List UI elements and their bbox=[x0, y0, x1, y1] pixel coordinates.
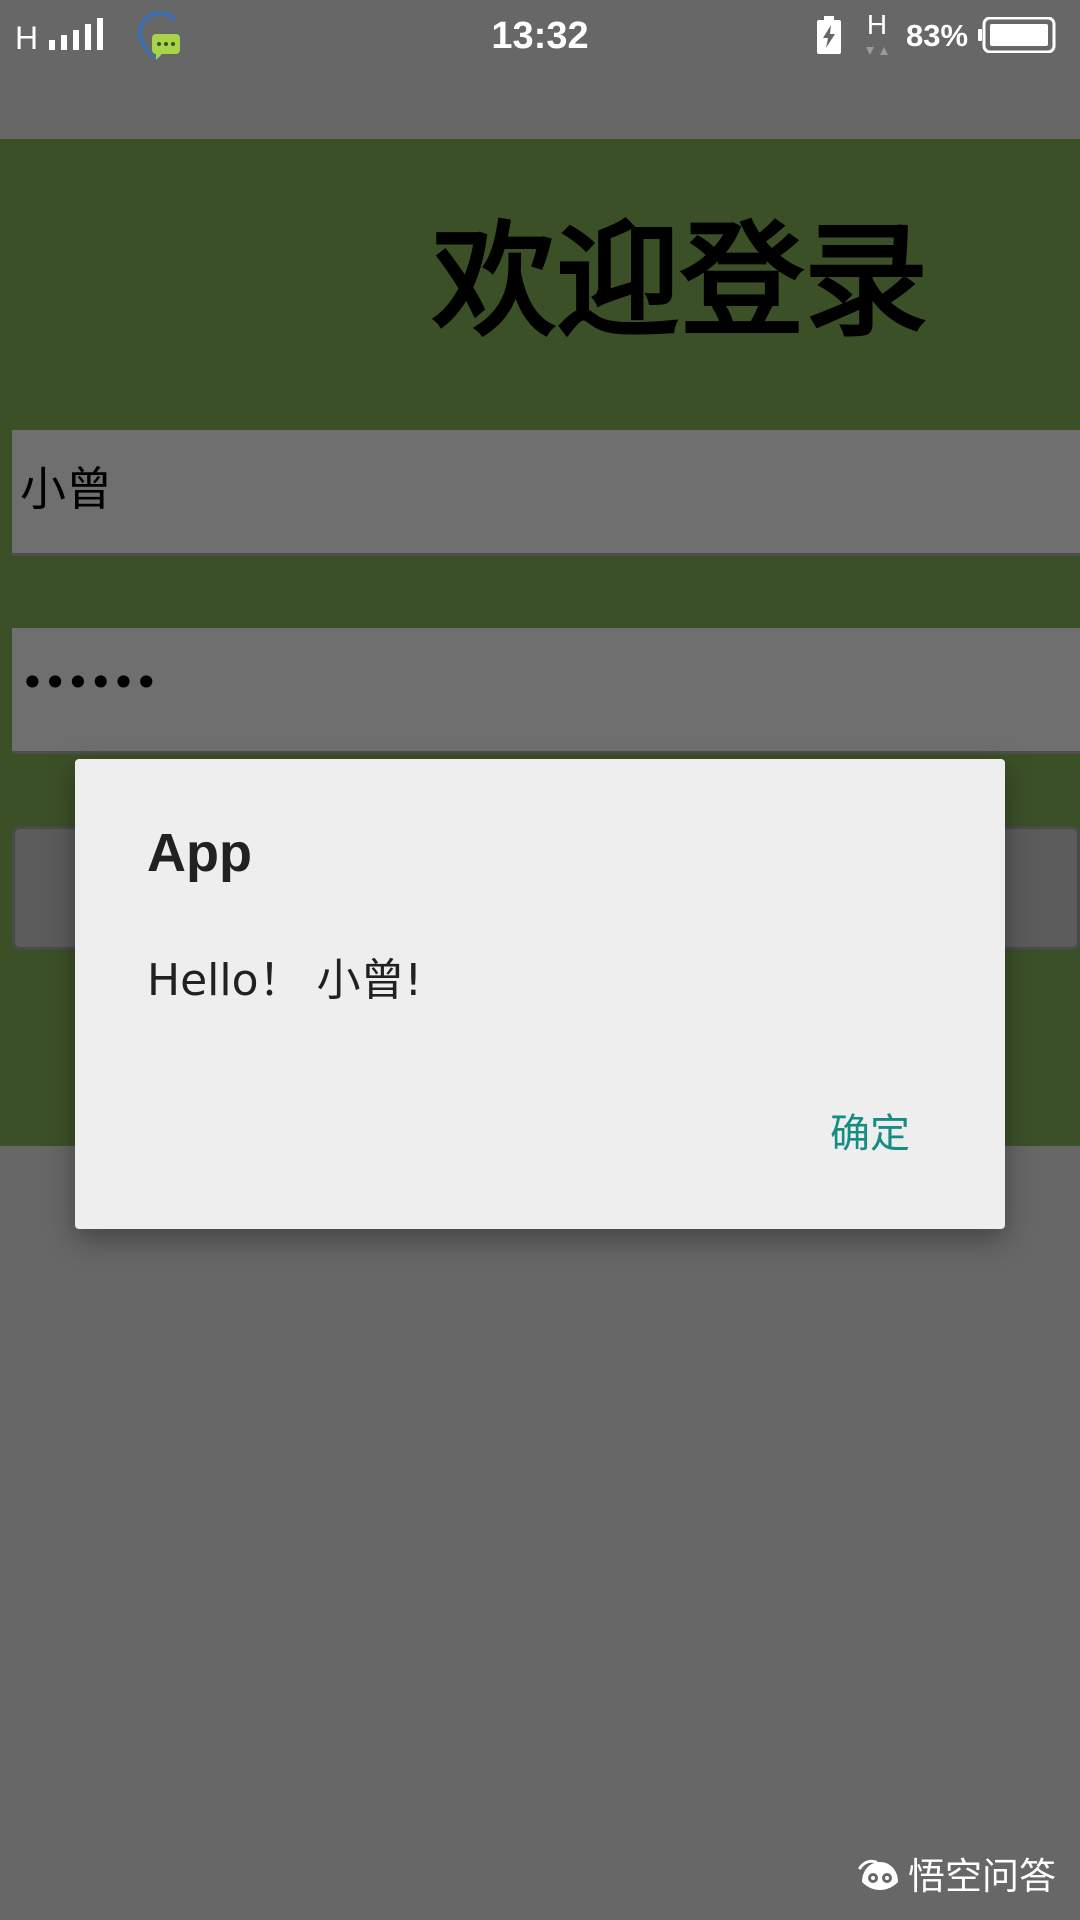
signal-strength-icon bbox=[47, 16, 103, 50]
status-clock: 13:32 bbox=[491, 15, 589, 57]
password-input[interactable]: •••••• bbox=[12, 628, 1080, 754]
network-type-label: H bbox=[15, 20, 39, 56]
page-title: 欢迎登录 bbox=[431, 210, 928, 354]
status-bar: H 13:32 H 83% bbox=[0, 0, 1080, 72]
secondary-network-type-label: H bbox=[866, 9, 888, 40]
lightning-charge-icon bbox=[816, 16, 842, 54]
battery-icon bbox=[978, 16, 1056, 54]
username-input[interactable]: 小曾 bbox=[12, 430, 1080, 556]
dialog-title: App bbox=[147, 823, 252, 883]
watermark-text: 悟空问答 bbox=[908, 1855, 1056, 1898]
alert-dialog: App Hello！ 小曾! 确定 bbox=[75, 759, 1005, 1229]
chat-bubble-icon bbox=[136, 10, 184, 62]
confirm-button[interactable]: 确定 bbox=[815, 1099, 925, 1169]
data-activity-icon bbox=[864, 42, 890, 55]
battery-percent: 83% bbox=[906, 18, 969, 53]
dialog-message: Hello！ 小曾! bbox=[147, 955, 423, 1006]
wukong-logo-icon bbox=[858, 1858, 902, 1894]
